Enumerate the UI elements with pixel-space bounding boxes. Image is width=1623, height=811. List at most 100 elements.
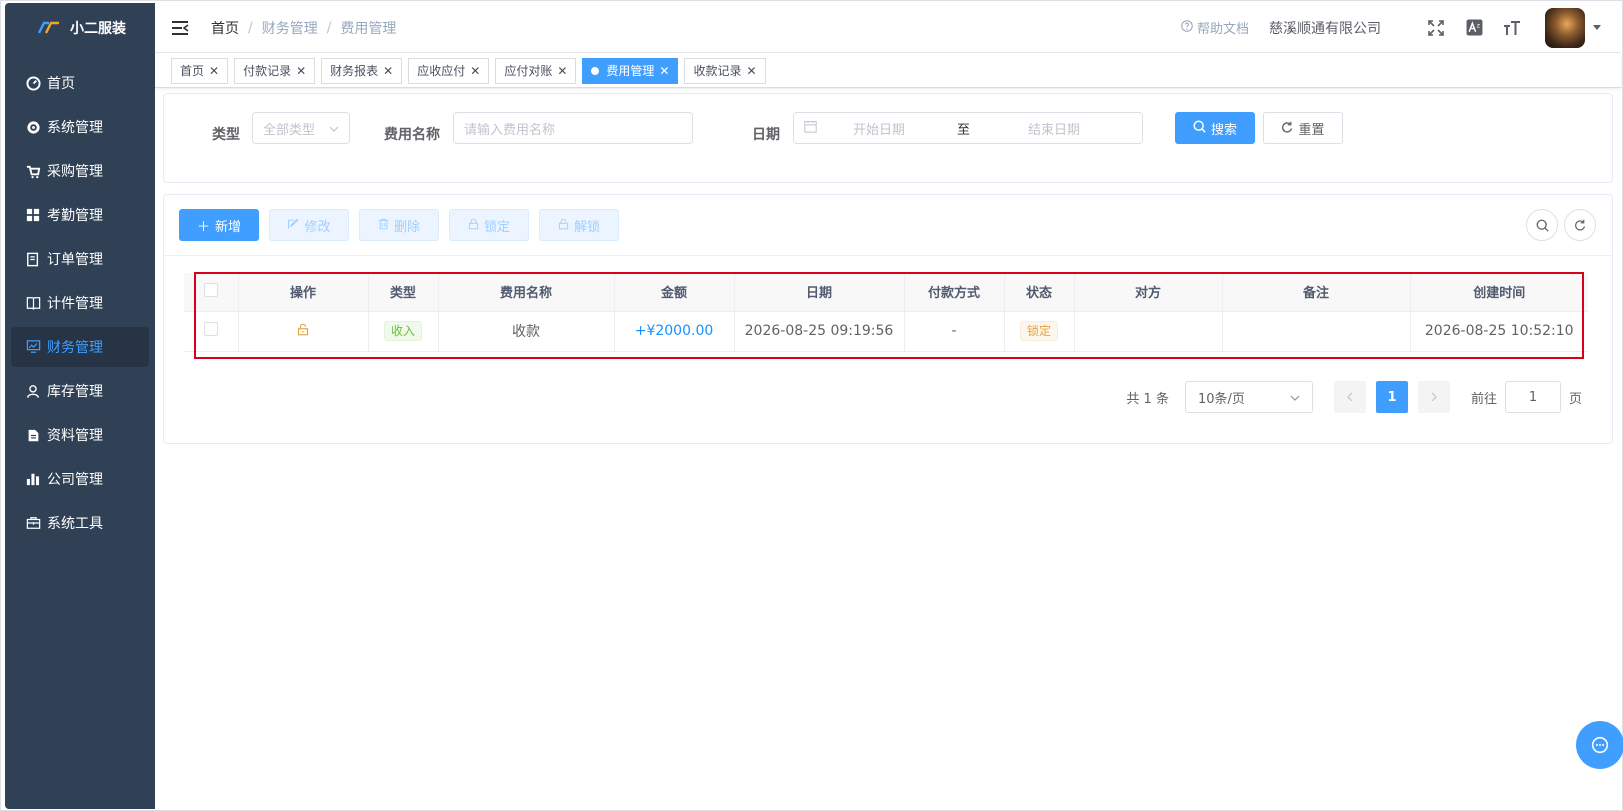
close-icon[interactable]: ✕ [659, 65, 669, 77]
chevron-down-icon[interactable] [1593, 25, 1601, 30]
breadcrumb-finance: 财务管理 [261, 20, 318, 37]
sidebar-item-inventory[interactable]: 库存管理 [11, 371, 149, 411]
lock-icon[interactable] [297, 323, 309, 340]
page-suffix: 页 [1568, 391, 1582, 407]
plus-icon: ＋ [196, 218, 210, 234]
date-start-placeholder[interactable]: 开始日期 [853, 119, 905, 138]
expense-name-input[interactable]: 请输入费用名称 [453, 112, 693, 144]
column-header: 金额 [614, 273, 735, 312]
page-size-value: 10条/页 [1197, 391, 1245, 407]
column-header: 备注 [1222, 273, 1411, 312]
sidebar-item-label: 计件管理 [47, 296, 103, 312]
chevron-left-icon [1347, 392, 1353, 402]
row-name-cell: 收款 [438, 311, 615, 352]
tag-label: 应收应付 [417, 64, 466, 78]
delete-button-label: 删除 [393, 218, 420, 234]
search-toggle-icon[interactable] [1526, 209, 1558, 241]
type-select[interactable]: 全部类型 [252, 112, 350, 144]
refresh-icon[interactable] [1564, 209, 1596, 241]
prev-page-button[interactable] [1333, 381, 1366, 413]
delete-button[interactable]: 删除 [359, 209, 439, 241]
tag-receipt-records[interactable]: 收款记录 ✕ [684, 57, 766, 84]
row-type-cell: 收入 [368, 311, 439, 352]
add-button[interactable]: ＋ 新增 [179, 209, 259, 241]
row-created-cell: 2026-08-25 10:52:10 [1410, 311, 1588, 352]
unlock-button[interactable]: 解锁 [539, 209, 619, 241]
sidebar-item-tools[interactable]: 系统工具 [11, 503, 149, 543]
row-checkbox[interactable] [184, 311, 239, 352]
sidebar-item-materials[interactable]: 资料管理 [11, 415, 149, 455]
row-remark-cell [1222, 311, 1411, 352]
column-header: 对方 [1074, 273, 1223, 312]
table-row[interactable]: 收入 收款 +¥2000.00 2026-08-25 09:19:56 - 锁定… [184, 311, 1588, 352]
app-name: 小二服装 [70, 21, 126, 37]
sidebar-item-finance[interactable]: 财务管理 [11, 327, 149, 367]
sidebar-item-purchase[interactable]: 采购管理 [11, 151, 149, 191]
expense-name-label: 费用名称 [384, 127, 440, 143]
chevron-down-icon [1290, 390, 1300, 405]
fullscreen-icon[interactable] [1427, 19, 1445, 37]
sidebar-item-home[interactable]: 首页 [11, 63, 149, 103]
close-icon[interactable]: ✕ [296, 65, 306, 77]
toolbox-icon [25, 515, 41, 531]
logo[interactable]: 小二服装 [5, 3, 155, 53]
tag-label: 收款记录 [693, 64, 742, 78]
date-label: 日期 [752, 127, 780, 143]
lock-button[interactable]: 锁定 [449, 209, 529, 241]
grid-icon [25, 207, 41, 223]
lock-button-label: 锁定 [483, 218, 510, 234]
logo-icon [34, 19, 62, 37]
sidebar-item-company[interactable]: 公司管理 [11, 459, 149, 499]
breadcrumb-home[interactable]: 首页 [211, 18, 239, 38]
tag-home[interactable]: 首页 ✕ [171, 57, 229, 84]
tag-payment-records[interactable]: 付款记录 ✕ [234, 57, 316, 84]
page-number-current[interactable]: 1 [1375, 381, 1408, 413]
active-dot-icon [591, 66, 600, 75]
toolbar-divider [164, 255, 1612, 256]
bar-chart-icon [25, 471, 41, 487]
tag-receivable-payable[interactable]: 应收应付 ✕ [408, 57, 490, 84]
close-icon[interactable]: ✕ [746, 65, 756, 77]
chat-button[interactable] [1576, 721, 1623, 769]
close-icon[interactable]: ✕ [209, 65, 219, 77]
sidebar-item-label: 首页 [47, 76, 75, 92]
tag-finance-report[interactable]: 财务报表 ✕ [321, 57, 403, 84]
font-size-icon[interactable] [1503, 19, 1521, 37]
sidebar-item-piecework[interactable]: 计件管理 [11, 283, 149, 323]
document-icon [25, 427, 41, 443]
type-select-placeholder: 全部类型 [263, 122, 316, 138]
goto-page-input[interactable]: 1 [1504, 381, 1561, 413]
next-page-button[interactable] [1417, 381, 1450, 413]
tag-label: 应付对账 [504, 64, 553, 78]
search-form: 类型 全部类型 费用名称 请输入费用名称 日期 开始日期 至 结束日期 搜索 重… [163, 93, 1613, 183]
sidebar-toggle-icon[interactable] [171, 20, 189, 36]
sidebar-item-orders[interactable]: 订单管理 [11, 239, 149, 279]
date-end-placeholder[interactable]: 结束日期 [1028, 119, 1080, 138]
unlock-icon [558, 218, 569, 233]
sidebar: 小二服装 首页 系统管理 采购管理 考勤管理 订单管理 计件管理 财务管理 库存… [5, 3, 155, 809]
date-range-separator: 至 [957, 122, 971, 138]
close-icon[interactable]: ✕ [470, 65, 480, 77]
sidebar-item-attendance[interactable]: 考勤管理 [11, 195, 149, 235]
pagination-total: 共 1 条 [1126, 388, 1169, 407]
reset-button[interactable]: 重置 [1263, 112, 1343, 144]
tag-expense-management[interactable]: 费用管理 ✕ [582, 57, 679, 84]
user-avatar[interactable] [1545, 7, 1585, 48]
page-size-select[interactable]: 10条/页 [1184, 381, 1313, 413]
tag-payable-reconcile[interactable]: 应付对账 ✕ [495, 57, 577, 84]
sidebar-item-label: 考勤管理 [47, 208, 103, 224]
close-icon[interactable]: ✕ [557, 65, 567, 77]
expense-name-placeholder: 请输入费用名称 [464, 122, 556, 138]
edit-button[interactable]: 修改 [269, 209, 349, 241]
sidebar-item-system[interactable]: 系统管理 [11, 107, 149, 147]
unlock-button-label: 解锁 [573, 218, 600, 234]
sidebar-menu: 首页 系统管理 采购管理 考勤管理 订单管理 计件管理 财务管理 库存管理 资料… [5, 53, 155, 543]
edit-icon [287, 218, 299, 233]
select-all-checkbox[interactable] [184, 273, 239, 312]
help-docs-link[interactable]: 帮助文档 [1181, 18, 1249, 37]
search-button[interactable]: 搜索 [1175, 112, 1255, 144]
language-icon[interactable]: z [1465, 19, 1483, 37]
edit-button-label: 修改 [304, 218, 331, 234]
close-icon[interactable]: ✕ [383, 65, 393, 77]
date-range-picker[interactable]: 开始日期 至 结束日期 [793, 112, 1143, 144]
